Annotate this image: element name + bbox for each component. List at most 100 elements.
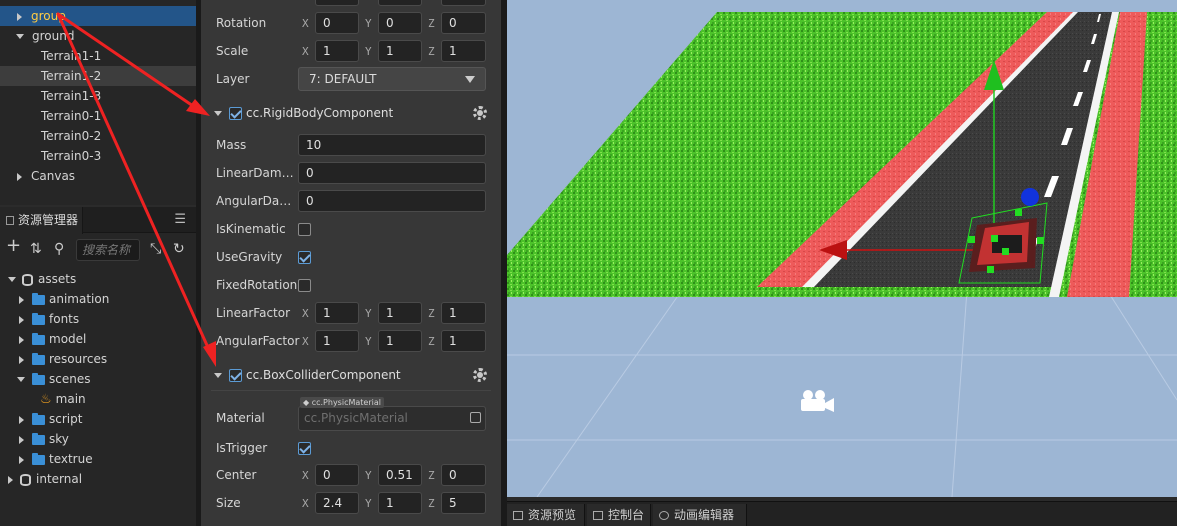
hierarchy-item-terrain0-1[interactable]: Terrain0-1 (0, 106, 196, 126)
asset-item-animation[interactable]: animation (0, 289, 196, 309)
tab-console[interactable]: 控制台 (587, 504, 651, 526)
expand-arrow-icon[interactable] (19, 455, 24, 464)
hierarchy-item-terrain1-3[interactable]: Terrain1-3 (0, 86, 196, 106)
linear-damping-field[interactable]: 0 (298, 162, 486, 184)
center-x-field[interactable]: 0 (315, 464, 359, 486)
collapse-all-icon[interactable]: ⤡ (150, 241, 161, 257)
linear-factor-z-field[interactable]: 1 (441, 302, 486, 324)
asset-label: scenes (49, 372, 91, 386)
is-kinematic-checkbox[interactable] (298, 223, 311, 236)
position-x-field[interactable] (315, 0, 359, 6)
collapse-arrow-icon[interactable] (214, 111, 222, 116)
angular-factor-z-field[interactable]: 1 (441, 330, 486, 352)
angular-damping-field[interactable]: 0 (298, 190, 486, 212)
asset-item-sky[interactable]: sky (0, 429, 196, 449)
tab-assets[interactable]: 资源管理器 (0, 207, 83, 234)
asset-item-internal[interactable]: internal (0, 469, 196, 489)
asset-item-assets[interactable]: assets (0, 269, 196, 289)
tab-asset-preview[interactable]: 资源预览 (507, 504, 585, 526)
axis-x-label: X (302, 335, 309, 348)
tab-animation-editor[interactable]: 动画编辑器 (653, 504, 747, 526)
asset-item-resources[interactable]: resources (0, 349, 196, 369)
search-input[interactable]: 搜索名称 (76, 239, 140, 261)
asset-item-scenes[interactable]: scenes (0, 369, 196, 389)
expand-arrow-icon[interactable] (19, 315, 24, 324)
hierarchy-item-ground[interactable]: ground (0, 26, 196, 46)
center-y-field[interactable]: 0.51 (378, 464, 422, 486)
hierarchy-item-group[interactable]: group (0, 6, 196, 26)
fixed-rotation-checkbox[interactable] (298, 279, 311, 292)
inspector-panel: Rotation X 0 Y 0 Z 0 Scale X 1 Y 1 Z 1 L… (201, 0, 501, 526)
asset-label: internal (36, 472, 83, 486)
asset-picker-icon[interactable] (470, 412, 481, 423)
expand-arrow-icon[interactable] (19, 335, 24, 344)
rotation-x-field[interactable]: 0 (315, 12, 359, 34)
asset-item-textrue[interactable]: textrue (0, 449, 196, 469)
expand-arrow-icon[interactable] (17, 12, 22, 21)
material-asset-field[interactable]: cc.PhysicMaterial (298, 406, 486, 431)
hierarchy-item-terrain1-1[interactable]: Terrain1-1 (0, 46, 196, 66)
asset-label: assets (38, 272, 77, 286)
axis-y-label: Y (365, 497, 372, 510)
position-y-field[interactable] (378, 0, 422, 6)
is-trigger-checkbox[interactable] (298, 442, 311, 455)
hierarchy-item-terrain1-2[interactable]: Terrain1-2 (0, 66, 196, 86)
refresh-icon[interactable]: ↻ (173, 241, 185, 257)
hierarchy-item-terrain0-2[interactable]: Terrain0-2 (0, 126, 196, 146)
tab-label: 控制台 (608, 508, 645, 522)
size-x-field[interactable]: 2.4 (315, 492, 359, 514)
scale-x-field[interactable]: 1 (315, 40, 359, 62)
expand-arrow-icon[interactable] (19, 435, 24, 444)
search-icon[interactable]: ⚲ (54, 241, 64, 257)
mass-field[interactable]: 10 (298, 134, 486, 156)
angular-factor-y-field[interactable]: 1 (378, 330, 422, 352)
gear-icon[interactable] (473, 368, 487, 382)
car-model[interactable] (969, 218, 1037, 272)
layer-dropdown[interactable]: 7: DEFAULT (298, 67, 486, 91)
preview-icon (513, 511, 523, 520)
expand-arrow-icon[interactable] (19, 295, 24, 304)
expand-arrow-icon[interactable] (19, 355, 24, 364)
component-title: cc.RigidBodyComponent (246, 106, 394, 120)
collapse-arrow-icon[interactable] (17, 377, 25, 382)
sort-icon[interactable]: ⇅ (30, 241, 42, 257)
menu-icon[interactable]: ☰ (174, 212, 186, 227)
add-icon[interactable]: + (6, 237, 21, 255)
hierarchy-item-terrain0-3[interactable]: Terrain0-3 (0, 146, 196, 166)
scale-y-field[interactable]: 1 (378, 40, 422, 62)
folder-icon (32, 352, 45, 365)
hierarchy-item-canvas[interactable]: Canvas (0, 166, 196, 186)
gear-icon[interactable] (473, 106, 487, 120)
position-z-field[interactable] (441, 0, 486, 6)
collapse-arrow-icon[interactable] (16, 34, 24, 39)
collapse-arrow-icon[interactable] (8, 277, 16, 282)
linear-factor-y-field[interactable]: 1 (378, 302, 422, 324)
assets-title: 资源管理器 (18, 213, 79, 227)
asset-item-fonts[interactable]: fonts (0, 309, 196, 329)
rigidbody-component-header[interactable]: cc.RigidBodyComponent (201, 102, 501, 126)
asset-item-model[interactable]: model (0, 329, 196, 349)
expand-arrow-icon[interactable] (8, 475, 13, 484)
gizmo-z-handle[interactable] (1021, 188, 1039, 206)
scene-view[interactable] (507, 0, 1177, 497)
scale-z-field[interactable]: 1 (441, 40, 486, 62)
size-z-field[interactable]: 5 (441, 492, 486, 514)
rotation-z-field[interactable]: 0 (441, 12, 486, 34)
rigidbody-enabled-checkbox[interactable] (229, 107, 242, 120)
boxcollider-enabled-checkbox[interactable] (229, 369, 242, 382)
size-y-field[interactable]: 1 (378, 492, 422, 514)
expand-arrow-icon[interactable] (17, 172, 22, 181)
angular-factor-x-field[interactable]: 1 (315, 330, 359, 352)
center-z-field[interactable]: 0 (441, 464, 486, 486)
asset-label: main (55, 392, 86, 406)
boxcollider-component-header[interactable]: cc.BoxColliderComponent (201, 364, 501, 388)
asset-item-script[interactable]: script (0, 409, 196, 429)
rotation-y-field[interactable]: 0 (378, 12, 422, 34)
asset-label: resources (49, 352, 108, 366)
collapse-arrow-icon[interactable] (214, 373, 222, 378)
use-gravity-checkbox[interactable] (298, 251, 311, 264)
linear-factor-x-field[interactable]: 1 (315, 302, 359, 324)
asset-item-main[interactable]: ♨ main (0, 389, 196, 409)
expand-arrow-icon[interactable] (19, 415, 24, 424)
asset-label: model (49, 332, 87, 346)
